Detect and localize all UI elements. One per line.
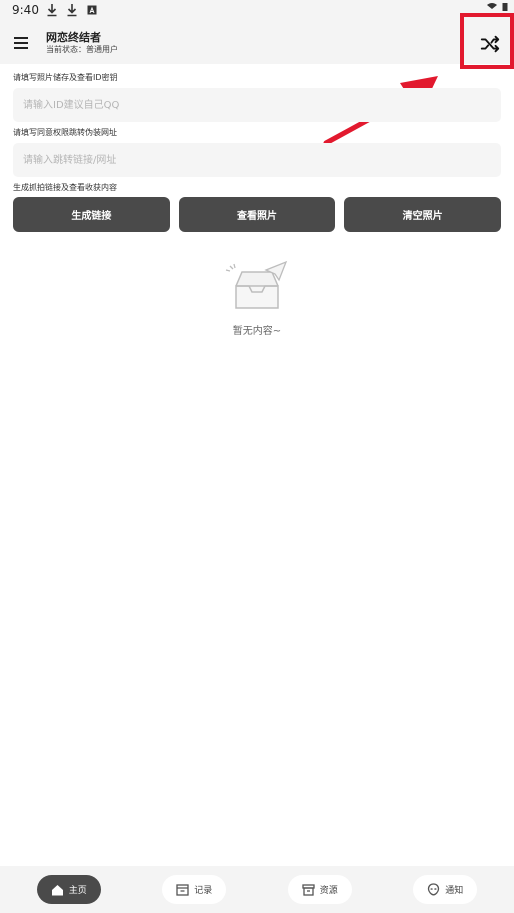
view-photos-button[interactable]: 查看照片 [178,197,336,232]
nav-item-notifications[interactable]: 通知 [413,875,478,904]
record-icon [176,883,189,896]
alien-icon [428,883,440,896]
url-field-label: 请填写同意权限跳转伪装网址 [13,128,117,137]
app-a-icon [87,5,97,15]
status-time: 9:40 [12,3,39,17]
nav-item-label: 资源 [319,886,338,896]
app-subtitle: 当前状态：普通用户 [46,45,118,54]
id-field-label: 请填写照片储存及查看ID密钥 [13,73,118,82]
nav-item-records[interactable]: 记录 [162,875,227,904]
url-input[interactable] [13,143,501,177]
nav-item-label: 记录 [194,886,213,896]
bottom-nav: 主页 记录 资源 通知 [0,866,514,913]
action-button-row: 生成链接 查看照片 清空照片 [13,197,502,232]
download-icon [47,4,57,17]
nav-item-resources[interactable]: 资源 [287,875,352,904]
actions-label: 生成抓拍链接及查看收获内容 [13,183,117,192]
home-icon [51,884,63,895]
empty-inbox-icon [225,260,288,309]
wifi-icon [487,3,497,9]
battery-icon [502,3,508,11]
generate-link-button[interactable]: 生成链接 [13,197,170,232]
nav-item-label: 通知 [445,886,464,896]
download-icon [67,4,77,17]
app-bar: 网恋终结者 当前状态：普通用户 [0,22,514,64]
status-notification-icons [46,3,98,17]
empty-state: 暂无内容~ [207,260,307,337]
menu-icon[interactable] [12,34,30,52]
nav-item-label: 主页 [68,886,87,896]
app-title: 网恋终结者 [46,31,101,44]
status-bar: 9:40 [0,0,514,22]
clear-photos-button[interactable]: 清空照片 [344,197,502,232]
shuffle-icon [480,35,500,53]
status-system-icons [486,2,508,12]
nav-item-home[interactable]: 主页 [36,875,101,904]
empty-text: 暂无内容~ [232,326,282,337]
id-input[interactable] [13,88,501,122]
shuffle-button[interactable] [476,30,504,58]
archive-icon [302,883,315,896]
